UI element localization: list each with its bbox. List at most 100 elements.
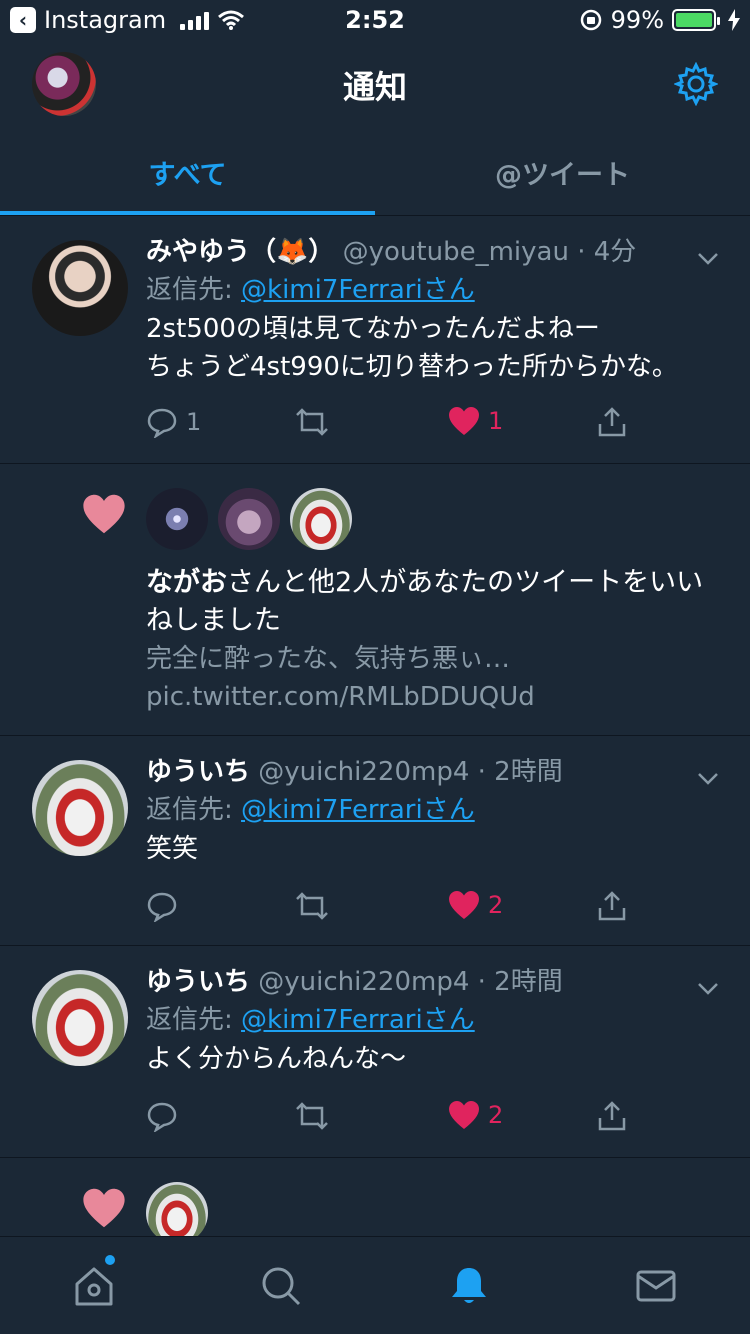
retweet-icon: [296, 1102, 328, 1130]
avatar[interactable]: [32, 970, 128, 1066]
tweet-actions: 2: [146, 890, 646, 930]
tab-home[interactable]: [0, 1237, 188, 1334]
snippet-line: 完全に酔ったな、気持ち悪ぃ…: [146, 644, 511, 674]
home-icon: [75, 1267, 113, 1305]
author-handle[interactable]: @yuichi220mp4: [258, 967, 469, 997]
bottom-tab-bar: [0, 1236, 750, 1334]
reply-prefix: 返信先:: [146, 275, 242, 305]
like-notification[interactable]: ながおさんと他2人があなたのツイートをいい ねしました 完全に酔ったな、気持ち悪ぃ…: [0, 464, 750, 736]
page-title: 通知: [342, 68, 407, 106]
battery-percent: 99%: [610, 6, 664, 34]
retweet-button[interactable]: [294, 890, 330, 922]
like-button[interactable]: 2: [448, 890, 503, 920]
author-name[interactable]: ゆういち: [146, 967, 250, 997]
status-left[interactable]: ‹ Instagram: [10, 6, 245, 34]
charging-icon: [728, 9, 740, 31]
profile-avatar[interactable]: [32, 52, 96, 116]
tweet-meta: ゆういち @yuichi220mp4 · 2時間: [146, 964, 720, 1000]
reply-tweet[interactable]: ゆういち @yuichi220mp4 · 2時間 返信先: @kimi7Ferr…: [0, 736, 750, 946]
liker-name[interactable]: ながお: [146, 567, 227, 598]
notification-tabs: すべて @ツイート: [0, 130, 750, 216]
heart-icon: [83, 494, 125, 534]
author-name[interactable]: ゆういち: [146, 757, 250, 787]
liked-tweet-snippet: 完全に酔ったな、気持ち悪ぃ… pic.twitter.com/RMLbDDUQU…: [146, 640, 720, 716]
notification-feed[interactable]: みやゆう（🦊） @youtube_miyau · 4分 返信先: @kimi7F…: [0, 216, 750, 1236]
tweet-meta: みやゆう（🦊） @youtube_miyau · 4分: [146, 234, 720, 270]
retweet-button[interactable]: [294, 1100, 330, 1132]
reply-to-link[interactable]: @kimi7Ferrariさん: [241, 1005, 475, 1035]
avatar[interactable]: [146, 1182, 208, 1236]
tweet-text-line: ちょうど4st990に切り替わった所からかな。: [146, 352, 678, 382]
chevron-down-icon[interactable]: [696, 976, 720, 1000]
tweet-body: みやゆう（🦊） @youtube_miyau · 4分 返信先: @kimi7F…: [146, 234, 720, 386]
share-icon: [598, 1101, 626, 1131]
avatar[interactable]: [32, 240, 128, 336]
reply-to: 返信先: @kimi7Ferrariさん: [146, 790, 720, 830]
reply-prefix: 返信先:: [146, 1005, 242, 1035]
search-icon: [262, 1267, 301, 1305]
author-handle[interactable]: @youtube_miyau: [343, 237, 569, 267]
reply-to-link[interactable]: @kimi7Ferrariさん: [241, 795, 475, 825]
settings-gear-icon[interactable]: [674, 62, 718, 106]
heart-icon: [449, 891, 479, 919]
retweet-icon: [296, 408, 328, 436]
back-app-label[interactable]: Instagram: [44, 6, 166, 34]
like-button[interactable]: 2: [448, 1100, 503, 1130]
tweet-actions: 1 1: [146, 406, 646, 446]
avatar[interactable]: [146, 488, 208, 550]
share-button[interactable]: [596, 1100, 628, 1132]
reply-to-link[interactable]: @kimi7Ferrariさん: [241, 275, 475, 305]
reply-icon: [147, 408, 177, 438]
heart-icon: [83, 1188, 125, 1228]
retweet-button[interactable]: [294, 406, 330, 438]
header: 通知: [0, 40, 750, 130]
reply-button[interactable]: [146, 890, 178, 922]
tweet-text: よく分からんねんな〜: [146, 1044, 407, 1074]
new-content-dot: [105, 1255, 115, 1265]
battery-icon: [672, 9, 720, 31]
reply-icon: [147, 892, 177, 922]
back-to-app-icon[interactable]: ‹: [10, 7, 36, 33]
wifi-icon: [218, 10, 245, 30]
like-count: 1: [488, 407, 504, 435]
like-notification[interactable]: [0, 1158, 750, 1236]
chevron-down-icon[interactable]: [696, 246, 720, 270]
avatar[interactable]: [290, 488, 352, 550]
avatar[interactable]: [218, 488, 280, 550]
tweet-body: ゆういち @yuichi220mp4 · 2時間 返信先: @kimi7Ferr…: [146, 754, 720, 868]
reply-button[interactable]: [146, 1100, 178, 1132]
like-action: さんと他2人があなたのツイートをいい: [227, 567, 704, 598]
reply-to: 返信先: @kimi7Ferrariさん: [146, 1000, 720, 1040]
reply-tweet[interactable]: みやゆう（🦊） @youtube_miyau · 4分 返信先: @kimi7F…: [0, 216, 750, 464]
reply-button[interactable]: 1: [146, 406, 201, 438]
share-icon: [598, 891, 626, 921]
bell-icon: [451, 1267, 486, 1303]
tab-messages[interactable]: [563, 1237, 750, 1334]
avatar[interactable]: [32, 760, 128, 856]
tab-mentions[interactable]: @ツイート: [375, 130, 750, 215]
mail-icon: [636, 1270, 676, 1301]
reply-icon: [147, 1102, 177, 1132]
tab-all[interactable]: すべて: [0, 130, 375, 215]
tweet-text-line: 2st500の頃は見てなかったんだよねー: [146, 314, 600, 344]
share-button[interactable]: [596, 890, 628, 922]
rotation-lock-icon: [580, 9, 601, 31]
tweet-actions: 2: [146, 1100, 646, 1140]
chevron-down-icon[interactable]: [696, 766, 720, 790]
snippet-link[interactable]: pic.twitter.com/RMLbDDUQUd: [146, 678, 720, 716]
reply-tweet[interactable]: ゆういち @yuichi220mp4 · 2時間 返信先: @kimi7Ferr…: [0, 946, 750, 1158]
share-button[interactable]: [596, 406, 628, 438]
tab-search[interactable]: [188, 1237, 376, 1334]
author-handle[interactable]: @yuichi220mp4: [258, 757, 469, 787]
tweet-time: · 2時間: [477, 757, 563, 787]
tweet-body: ゆういち @yuichi220mp4 · 2時間 返信先: @kimi7Ferr…: [146, 964, 720, 1078]
liker-avatars: [146, 1182, 208, 1236]
tweet-time: · 4分: [577, 237, 637, 267]
status-bar: ‹ Instagram 2:52 99%: [0, 0, 750, 40]
tab-notifications[interactable]: [375, 1237, 563, 1334]
like-count: 2: [488, 891, 504, 919]
like-button[interactable]: 1: [448, 406, 503, 436]
liker-avatars: [146, 488, 352, 550]
author-name[interactable]: みやゆう（🦊）: [146, 237, 334, 267]
tweet-text: 2st500の頃は見てなかったんだよねー ちょうど4st990に切り替わった所か…: [146, 310, 720, 386]
